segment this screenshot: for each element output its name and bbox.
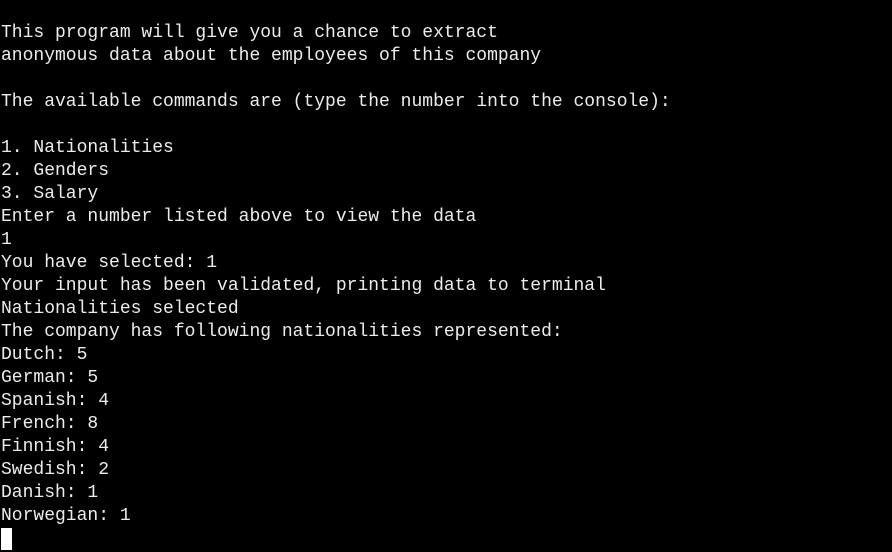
result-header: The company has following nationalities … xyxy=(1,322,563,342)
command-item-genders: 2. Genders xyxy=(1,161,110,181)
nationality-danish: Danish: 1 xyxy=(1,483,99,503)
nationality-finnish: Finnish: 4 xyxy=(1,437,110,457)
command-item-salary: 3. Salary xyxy=(1,184,99,204)
intro-line-2: anonymous data about the employees of th… xyxy=(1,46,542,66)
nationality-dutch: Dutch: 5 xyxy=(1,345,88,365)
nationality-german: German: 5 xyxy=(1,368,99,388)
nationality-french: French: 8 xyxy=(1,414,99,434)
terminal-window[interactable]: This program will give you a chance to e… xyxy=(0,0,892,552)
selection-label: Nationalities selected xyxy=(1,299,239,319)
input-prompt: Enter a number listed above to view the … xyxy=(1,207,477,227)
command-item-nationalities: 1. Nationalities xyxy=(1,138,174,158)
nationality-norwegian: Norwegian: 1 xyxy=(1,506,131,526)
user-input-echo: 1 xyxy=(1,230,12,250)
nationality-swedish: Swedish: 2 xyxy=(1,460,110,480)
validated-message: Your input has been validated, printing … xyxy=(1,276,606,296)
intro-line-1: This program will give you a chance to e… xyxy=(1,23,498,43)
nationality-spanish: Spanish: 4 xyxy=(1,391,110,411)
selected-message: You have selected: 1 xyxy=(1,253,218,273)
input-line[interactable] xyxy=(0,528,892,551)
commands-header: The available commands are (type the num… xyxy=(1,92,671,112)
text-cursor[interactable] xyxy=(1,528,12,550)
